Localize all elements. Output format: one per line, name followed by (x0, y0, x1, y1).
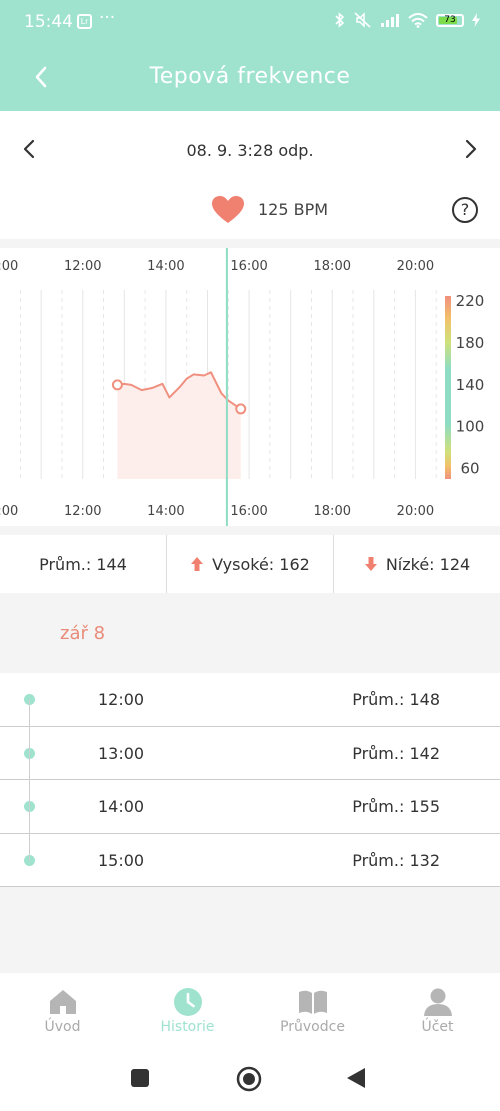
help-icon[interactable]: ? (452, 197, 478, 223)
x-tick-label-bottom: 12:00 (64, 504, 101, 519)
series-endpoint (111, 379, 123, 391)
current-heart-rate: 125 BPM ? (0, 183, 500, 239)
home-icon (49, 990, 76, 1014)
selected-date: 08. 9. 3:28 odp. (186, 141, 314, 160)
list-item[interactable]: 15:00 Prům.: 132 (0, 834, 500, 887)
bluetooth-icon (335, 12, 345, 28)
series-endpoint (235, 403, 247, 415)
day-label: zář 8 (60, 623, 106, 644)
book-icon (298, 990, 327, 1014)
hourly-list: 12:00 Prům.: 148 13:00 Prům.: 142 14:00 … (0, 673, 500, 887)
low-value: Nízké: 124 (385, 554, 471, 574)
chart-svg[interactable]: 10:00 10:00 12:00 12:00 14:00 14:00 16:00 16:00… (0, 248, 500, 526)
user-icon (423, 988, 452, 1016)
x-tick-label-top: 12:00 (64, 259, 101, 274)
x-tick-label-bottom: 10:00 (0, 504, 18, 519)
app-bar: Tepová frekvence (0, 44, 500, 111)
recent-apps-button[interactable] (130, 1068, 150, 1088)
x-tick-label-bottom: 18:00 (314, 504, 351, 519)
wifi-icon (408, 12, 428, 28)
lightroom-notification-icon: Lr (77, 14, 92, 29)
hour-time: 15:00 (98, 850, 145, 870)
tab-history[interactable]: Historie (125, 973, 250, 1045)
heart-rate-chart[interactable]: 10:00 10:00 12:00 12:00 14:00 14:00 16:00 16:00… (0, 248, 500, 526)
list-item[interactable]: 14:00 Prům.: 155 (0, 780, 500, 834)
tab-history-label: Historie (160, 1019, 215, 1035)
day-section-header: zář 8 (0, 593, 500, 673)
x-tick-label-bottom: 20:00 (397, 504, 434, 519)
status-bar: 15:44 Lr ··· 73 (0, 0, 500, 44)
arrow-up-icon (191, 557, 204, 571)
system-navigation-bar (0, 1045, 500, 1111)
tab-guide-label: Průvodce (280, 1019, 345, 1035)
battery-level: 73 (444, 14, 456, 25)
status-icons: 73 (334, 12, 480, 28)
x-tick-label-top: 16:00 (230, 259, 267, 274)
color-scale-bar (445, 296, 451, 479)
timeline-line (29, 700, 30, 860)
bpm-value: 125 BPM (258, 200, 329, 219)
hour-average: Prům.: 155 (352, 797, 440, 816)
hour-time: 14:00 (98, 797, 145, 816)
stat-high: Vysoké: 162 (166, 535, 333, 593)
hour-average: Prům.: 132 (352, 850, 440, 870)
home-button[interactable] (236, 1066, 262, 1092)
stat-low: Nízké: 124 (333, 535, 500, 593)
x-tick-label-top: 14:00 (147, 259, 184, 274)
status-time: 15:44 (24, 12, 73, 32)
tab-account[interactable]: Účet (375, 973, 500, 1045)
y-tick-label: 140 (456, 376, 485, 394)
list-item[interactable]: 12:00 Prům.: 148 (0, 673, 500, 727)
stats-summary: Prům.: 144 Vysoké: 162 Nízké: 124 (0, 535, 500, 593)
battery-icon: 73 (436, 13, 464, 27)
y-tick-label: 60 (460, 460, 479, 478)
mute-icon (354, 12, 371, 28)
hour-average: Prům.: 148 (352, 690, 440, 709)
tab-home-label: Úvod (44, 1019, 81, 1035)
y-tick-label: 180 (456, 334, 485, 352)
next-day-button[interactable] (458, 137, 482, 161)
tab-account-label: Účet (421, 1019, 454, 1035)
heart-icon (212, 196, 244, 223)
stat-average: Prům.: 144 (0, 535, 166, 593)
x-tick-label-top: 18:00 (314, 259, 351, 274)
bottom-tab-bar: Úvod Historie Průvodce Účet (0, 973, 500, 1045)
y-tick-label: 220 (456, 292, 485, 310)
date-navigator: 08. 9. 3:28 odp. (0, 111, 500, 183)
x-tick-label-bottom: 14:00 (147, 504, 184, 519)
x-tick-label-top: 20:00 (397, 259, 434, 274)
back-nav-button[interactable] (346, 1067, 366, 1089)
hour-average: Prům.: 142 (352, 743, 440, 763)
high-value: Vysoké: 162 (212, 554, 310, 574)
tab-guide[interactable]: Průvodce (250, 973, 375, 1045)
x-tick-label-top: 10:00 (0, 259, 18, 274)
more-notifications-icon: ··· (99, 8, 116, 28)
y-tick-label: 100 (456, 418, 485, 436)
hour-time: 12:00 (98, 690, 145, 709)
arrow-down-icon (364, 557, 377, 571)
page-title: Tepová frekvence (149, 64, 351, 89)
x-tick-label-bottom: 16:00 (230, 504, 267, 519)
charging-icon (472, 13, 480, 27)
list-item[interactable]: 13:00 Prům.: 142 (0, 727, 500, 780)
average-value: Prům.: 144 (39, 554, 127, 574)
clock-icon (173, 988, 202, 1016)
hour-time: 13:00 (98, 743, 145, 763)
signal-icon (381, 14, 399, 27)
tab-home[interactable]: Úvod (0, 973, 125, 1045)
